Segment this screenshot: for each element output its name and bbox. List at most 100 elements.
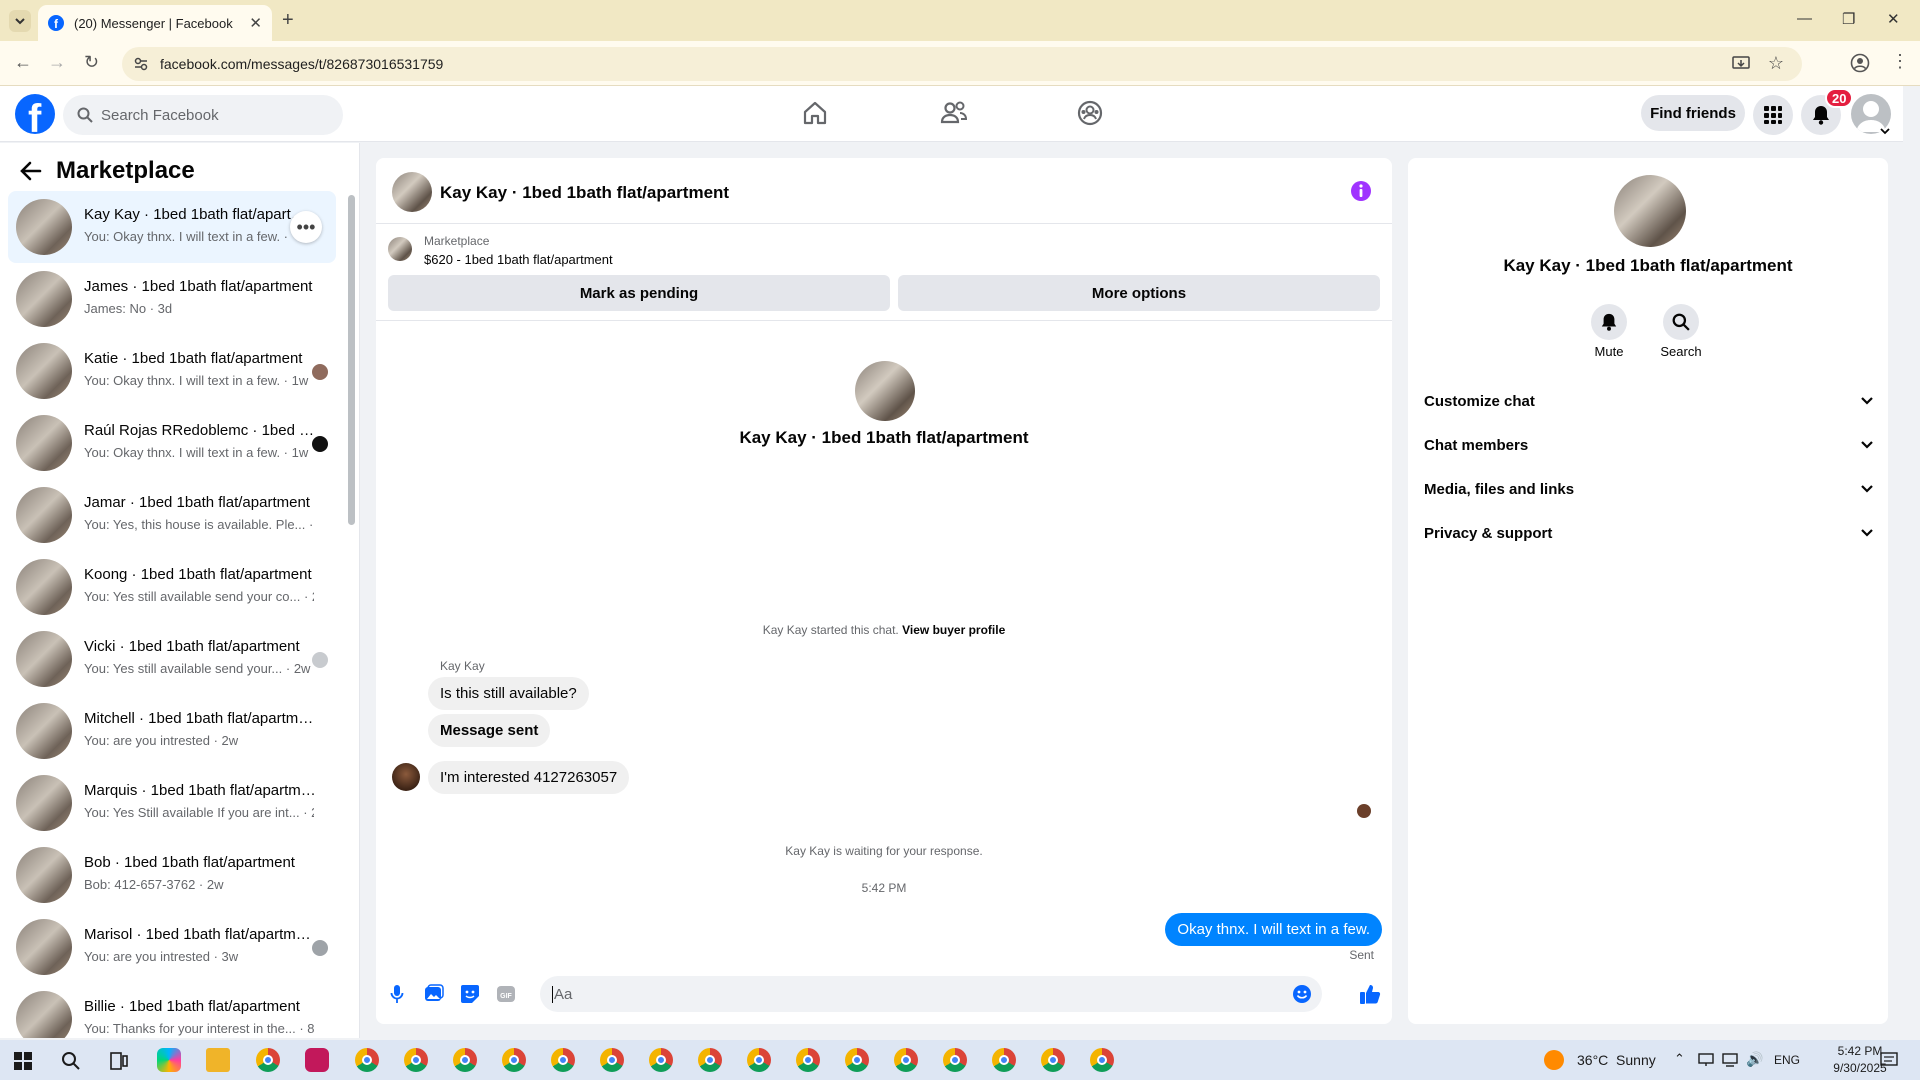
account-chevron-icon[interactable] xyxy=(1880,128,1890,136)
chrome-taskbar-icon[interactable] xyxy=(992,1048,1016,1072)
menu-grid-button[interactable] xyxy=(1753,95,1793,135)
language-indicator[interactable]: ENG xyxy=(1774,1053,1800,1067)
groups-icon[interactable] xyxy=(1077,100,1103,126)
contact-profile-photo[interactable] xyxy=(855,361,915,421)
incoming-message-bubble[interactable]: I'm interested 4127263057 xyxy=(428,761,630,794)
view-buyer-profile-link[interactable]: View buyer profile xyxy=(902,623,1005,637)
copilot-icon[interactable] xyxy=(157,1048,181,1072)
conversation-item[interactable]: James · 1bed 1bath flat/apartment James:… xyxy=(8,263,336,335)
info-icon[interactable] xyxy=(1350,180,1372,202)
conversation-item[interactable]: Marisol · 1bed 1bath flat/apartment You:… xyxy=(8,911,336,983)
network-icon[interactable] xyxy=(1722,1053,1738,1067)
search-in-conversation-button[interactable] xyxy=(1663,304,1699,340)
chrome-taskbar-icon[interactable] xyxy=(600,1048,624,1072)
chrome-taskbar-icon[interactable] xyxy=(943,1048,967,1072)
chat-title[interactable]: Kay Kay · 1bed 1bath flat/apartment xyxy=(440,183,729,203)
minimize-window-button[interactable]: ― xyxy=(1797,10,1812,27)
conversation-item[interactable]: Koong · 1bed 1bath flat/apartment You: Y… xyxy=(8,551,336,623)
chrome-taskbar-icon[interactable] xyxy=(404,1048,428,1072)
new-tab-button[interactable]: + xyxy=(282,9,294,32)
sender-avatar[interactable] xyxy=(392,763,420,791)
volume-icon[interactable]: 🔊 xyxy=(1746,1051,1763,1068)
close-tab-icon[interactable]: ✕ xyxy=(249,14,262,32)
back-button[interactable]: ← xyxy=(14,52,32,73)
details-profile-photo[interactable] xyxy=(1614,175,1686,247)
conversation-item[interactable]: Vicki · 1bed 1bath flat/apartment You: Y… xyxy=(8,623,336,695)
chrome-taskbar-icon[interactable] xyxy=(502,1048,526,1072)
conversation-list-scrollbar[interactable] xyxy=(348,195,355,525)
photo-icon[interactable] xyxy=(424,984,444,1004)
browser-profile-icon[interactable] xyxy=(1850,53,1870,73)
file-explorer-icon[interactable] xyxy=(206,1048,230,1072)
chrome-taskbar-icon[interactable] xyxy=(1041,1048,1065,1072)
browser-tab[interactable]: f (20) Messenger | Facebook ✕ xyxy=(38,5,272,41)
windows-start-icon[interactable] xyxy=(14,1052,32,1070)
incoming-message-bubble[interactable]: Message sent xyxy=(428,714,551,747)
forward-button[interactable]: → xyxy=(48,52,66,73)
chrome-taskbar-icon[interactable] xyxy=(845,1048,869,1072)
chrome-taskbar-icon[interactable] xyxy=(698,1048,722,1072)
address-bar[interactable]: facebook.com/messages/t/826873016531759 … xyxy=(122,47,1802,81)
conversation-name: Vicki · 1bed 1bath flat/apartment xyxy=(84,638,300,655)
sticker-icon[interactable] xyxy=(460,984,480,1004)
customize-chat-section[interactable]: Customize chat xyxy=(1424,383,1874,419)
bookmark-star-icon[interactable]: ☆ xyxy=(1768,53,1784,74)
chrome-taskbar-icon[interactable] xyxy=(1090,1048,1114,1072)
notification-center-icon[interactable] xyxy=(1880,1052,1898,1068)
site-info-icon[interactable] xyxy=(134,57,148,71)
close-window-button[interactable]: ✕ xyxy=(1887,10,1900,28)
chrome-taskbar-icon[interactable] xyxy=(256,1048,280,1072)
weather-sun-icon[interactable] xyxy=(1544,1050,1564,1070)
conversation-item[interactable]: Marquis · 1bed 1bath flat/apartment You:… xyxy=(8,767,336,839)
tab-search-dropdown-button[interactable] xyxy=(9,10,31,32)
chrome-taskbar-icon[interactable] xyxy=(453,1048,477,1072)
conversation-item[interactable]: Kay Kay · 1bed 1bath flat/apartment You:… xyxy=(8,191,336,263)
facebook-logo[interactable]: f xyxy=(15,94,55,134)
facebook-search-input[interactable]: Search Facebook xyxy=(63,95,343,135)
weather-text[interactable]: 36°C Sunny xyxy=(1577,1052,1656,1068)
conversation-item[interactable]: Jamar · 1bed 1bath flat/apartment You: Y… xyxy=(8,479,336,551)
incoming-message-bubble[interactable]: Is this still available? xyxy=(428,677,589,710)
show-hidden-icons-icon[interactable]: ⌃ xyxy=(1674,1051,1685,1067)
thumbs-up-icon[interactable] xyxy=(1359,983,1381,1005)
back-arrow-icon[interactable] xyxy=(20,161,42,181)
message-input[interactable]: Aa xyxy=(540,976,1322,1012)
chrome-taskbar-icon[interactable] xyxy=(894,1048,918,1072)
display-icon[interactable] xyxy=(1698,1053,1714,1067)
chrome-taskbar-icon[interactable] xyxy=(551,1048,575,1072)
taskbar-search-icon[interactable] xyxy=(61,1051,81,1071)
outgoing-message-bubble[interactable]: Okay thnx. I will text in a few. xyxy=(1165,913,1382,946)
restore-window-button[interactable]: ❐ xyxy=(1842,10,1855,28)
listing-thumbnail xyxy=(16,631,72,687)
privacy-support-section[interactable]: Privacy & support xyxy=(1424,515,1874,551)
mark-as-pending-button[interactable]: Mark as pending xyxy=(388,275,890,311)
media-files-links-section[interactable]: Media, files and links xyxy=(1424,471,1874,507)
find-friends-button[interactable]: Find friends xyxy=(1641,95,1745,131)
page-scrollbar[interactable] xyxy=(1903,86,1920,1040)
chat-avatar[interactable] xyxy=(392,172,432,212)
task-view-icon[interactable] xyxy=(110,1052,128,1070)
chrome-taskbar-icon[interactable] xyxy=(355,1048,379,1072)
reload-button[interactable]: ↻ xyxy=(84,52,99,73)
chrome-taskbar-icon[interactable] xyxy=(747,1048,771,1072)
conversation-item[interactable]: Katie · 1bed 1bath flat/apartment You: O… xyxy=(8,335,336,407)
emoji-icon[interactable] xyxy=(1292,984,1312,1004)
conversation-item[interactable]: Raúl Rojas RRedoblemc · 1bed 1bath flat/… xyxy=(8,407,336,479)
friends-icon[interactable] xyxy=(940,100,968,126)
mute-button[interactable] xyxy=(1591,304,1627,340)
conversation-item[interactable]: Mitchell · 1bed 1bath flat/apartment You… xyxy=(8,695,336,767)
browser-menu-icon[interactable]: ⋮ xyxy=(1891,51,1909,72)
gif-icon[interactable]: GIF xyxy=(496,984,516,1004)
conversation-item[interactable]: Billie · 1bed 1bath flat/apartment You: … xyxy=(8,983,336,1038)
listing-title[interactable]: $620 - 1bed 1bath flat/apartment xyxy=(424,252,613,267)
chrome-taskbar-icon[interactable] xyxy=(649,1048,673,1072)
app-taskbar-icon[interactable] xyxy=(305,1048,329,1072)
more-options-button[interactable]: More options xyxy=(898,275,1380,311)
conversation-options-button[interactable]: ••• xyxy=(290,211,322,243)
chat-members-section[interactable]: Chat members xyxy=(1424,427,1874,463)
chrome-taskbar-icon[interactable] xyxy=(796,1048,820,1072)
install-app-icon[interactable] xyxy=(1732,56,1750,72)
home-icon[interactable] xyxy=(802,100,828,126)
conversation-item[interactable]: Bob · 1bed 1bath flat/apartment Bob: 412… xyxy=(8,839,336,911)
microphone-icon[interactable] xyxy=(390,984,404,1004)
